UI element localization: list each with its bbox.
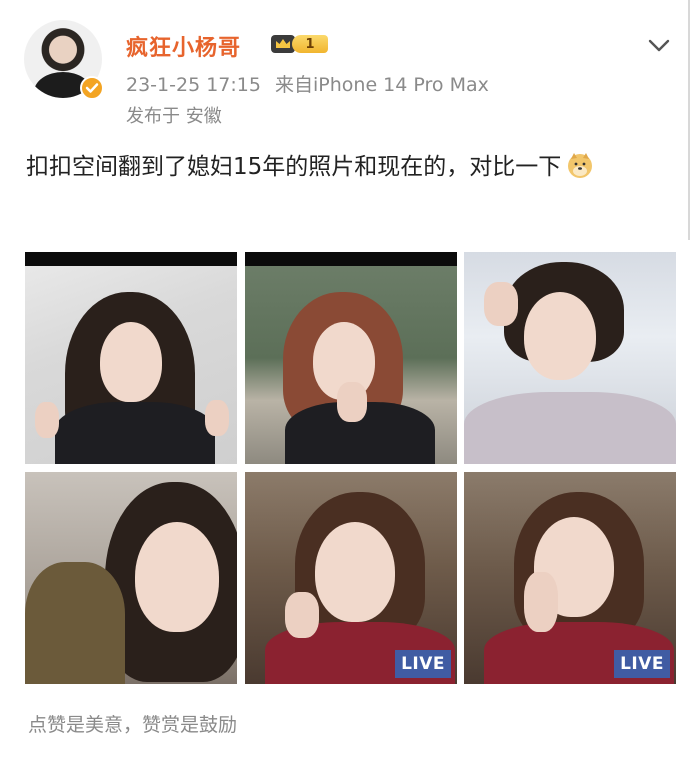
- verified-badge-icon: [80, 76, 104, 100]
- post-source[interactable]: 来自iPhone 14 Pro Max: [275, 74, 489, 96]
- live-badge: LIVE: [614, 650, 670, 678]
- post-meta: 23-1-25 17:15 来自iPhone 14 Pro Max: [126, 70, 489, 97]
- vip-badge[interactable]: 1: [270, 33, 328, 55]
- username[interactable]: 疯狂小杨哥: [126, 30, 241, 62]
- live-badge: LIVE: [395, 650, 451, 678]
- photo-grid: LIVE LIVE: [25, 252, 676, 684]
- photo-1[interactable]: [25, 252, 237, 464]
- post-text: 扣扣空间翻到了媳妇15年的照片和现在的，对比一下: [26, 148, 676, 186]
- doge-emoji-icon: [568, 153, 593, 178]
- post-body: 扣扣空间翻到了媳妇15年的照片和现在的，对比一下: [26, 154, 562, 180]
- post-location: 发布于 安徽: [126, 106, 222, 127]
- photo-6[interactable]: LIVE: [464, 472, 676, 684]
- vip-level: 1: [292, 35, 328, 53]
- photo-4[interactable]: [25, 472, 237, 684]
- photo-5[interactable]: LIVE: [245, 472, 457, 684]
- photo-3[interactable]: [464, 252, 676, 464]
- photo-2[interactable]: [245, 252, 457, 464]
- footer-note: 点赞是美意，赞赏是鼓励: [28, 714, 238, 736]
- chevron-down-icon[interactable]: [644, 30, 674, 60]
- post-timestamp: 23-1-25 17:15: [126, 74, 261, 96]
